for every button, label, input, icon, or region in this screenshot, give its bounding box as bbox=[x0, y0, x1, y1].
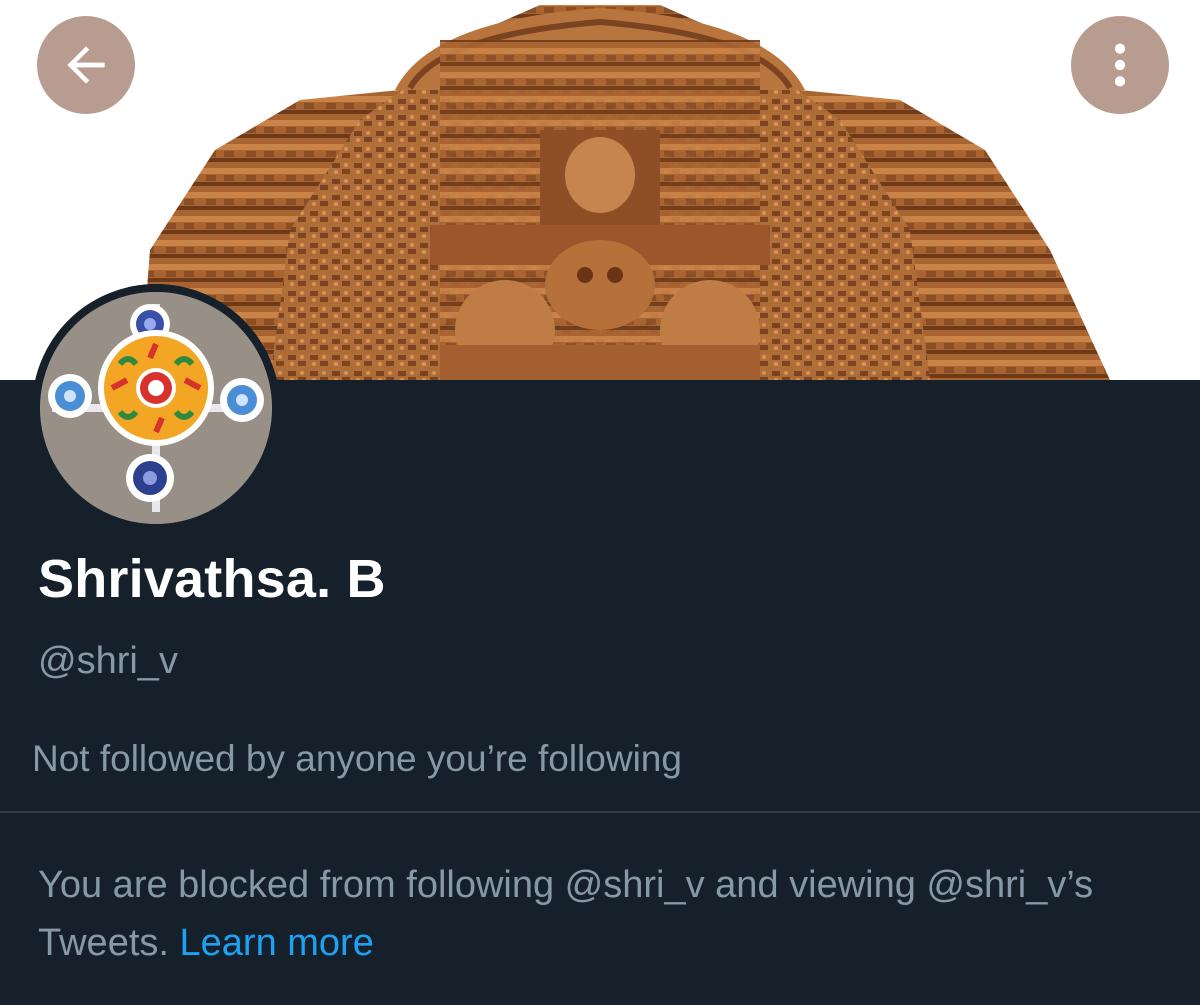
followed-by-text: Not followed by anyone you’re following bbox=[32, 738, 682, 779]
more-vertical-icon bbox=[1114, 43, 1126, 87]
more-options-button[interactable] bbox=[1071, 16, 1169, 114]
learn-more-link[interactable]: Learn more bbox=[180, 922, 374, 964]
profile-display-name: Shrivathsa. B bbox=[38, 549, 386, 609]
back-button[interactable] bbox=[37, 16, 135, 114]
profile-handle: @shri_v bbox=[38, 640, 178, 682]
rangoli-avatar-image bbox=[32, 284, 280, 532]
avatar[interactable] bbox=[32, 284, 280, 532]
blocked-notice: You are blocked from following @shri_v a… bbox=[38, 856, 1178, 972]
arrow-left-icon bbox=[67, 46, 105, 84]
divider bbox=[0, 811, 1200, 813]
